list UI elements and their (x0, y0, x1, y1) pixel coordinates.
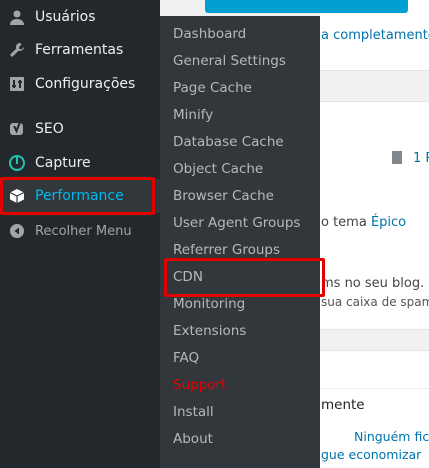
menu-label: Capture (35, 155, 91, 171)
submenu-item-install[interactable]: Install (173, 398, 214, 425)
admin-sidebar: Usuários Ferramentas Configurações SEO C… (0, 0, 160, 468)
primary-button[interactable] (205, 0, 408, 13)
menu-label: Usuários (35, 9, 96, 25)
activity-panel: mente Ninguém fica gue economizar (320, 350, 429, 468)
spam-line-2: sua caixa de spam (321, 295, 429, 309)
submenu-item-minify[interactable]: Minify (173, 101, 213, 128)
pages-count[interactable]: 1 P (413, 151, 429, 166)
submenu-item-user-agent-groups[interactable]: User Agent Groups (173, 209, 300, 236)
menu-item-collapse[interactable]: Recolher Menu (0, 214, 160, 248)
economizar-link[interactable]: gue economizar (321, 447, 421, 462)
submenu-item-extensions[interactable]: Extensions (173, 317, 246, 344)
submenu-item-database-cache[interactable]: Database Cache (173, 128, 284, 155)
submenu-item-support[interactable]: Support (173, 371, 226, 398)
menu-label: Configurações (35, 76, 136, 92)
cdn-highlight (164, 258, 325, 297)
submenu-item-browser-cache[interactable]: Browser Cache (173, 182, 274, 209)
settings-icon (8, 75, 26, 93)
collapse-icon (8, 222, 26, 240)
performance-highlight (0, 177, 155, 215)
menu-label: SEO (35, 121, 64, 137)
submenu-item-about[interactable]: About (173, 425, 213, 452)
submenu-item-object-cache[interactable]: Object Cache (173, 155, 263, 182)
submenu-item-general-settings[interactable]: General Settings (173, 47, 286, 74)
submenu-item-dashboard[interactable]: Dashboard (173, 20, 246, 47)
theme-text: o tema Épico (321, 215, 407, 230)
menu-item-capture[interactable]: Capture (0, 146, 160, 180)
menu-label: Ferramentas (35, 42, 124, 58)
spam-line-1: ms no seu blog. (321, 276, 425, 291)
yoast-icon (8, 120, 26, 138)
ninguem-link[interactable]: Ninguém fica (354, 429, 429, 444)
menu-label: Recolher Menu (35, 223, 132, 239)
main-content: a completamente 1 P o tema Épico ms no s… (320, 0, 429, 468)
submenu-item-page-cache[interactable]: Page Cache (173, 74, 252, 101)
at-a-glance-panel: 1 P o tema Épico ms no seu blog. sua cai… (320, 101, 429, 330)
page-icon (392, 151, 402, 164)
submenu-item-faq[interactable]: FAQ (173, 344, 199, 371)
power-icon (8, 154, 26, 172)
divider (320, 388, 429, 389)
theme-link[interactable]: Épico (371, 215, 406, 230)
activity-text: mente (321, 397, 365, 413)
menu-item-seo[interactable]: SEO (0, 112, 160, 146)
performance-submenu: Dashboard General Settings Page Cache Mi… (160, 16, 320, 468)
users-icon (8, 8, 26, 26)
complete-link[interactable]: a completamente (321, 28, 429, 43)
menu-item-configuracoes[interactable]: Configurações (0, 67, 160, 101)
wrench-icon (8, 41, 26, 59)
menu-item-usuarios[interactable]: Usuários (0, 0, 160, 34)
menu-item-ferramentas[interactable]: Ferramentas (0, 33, 160, 67)
